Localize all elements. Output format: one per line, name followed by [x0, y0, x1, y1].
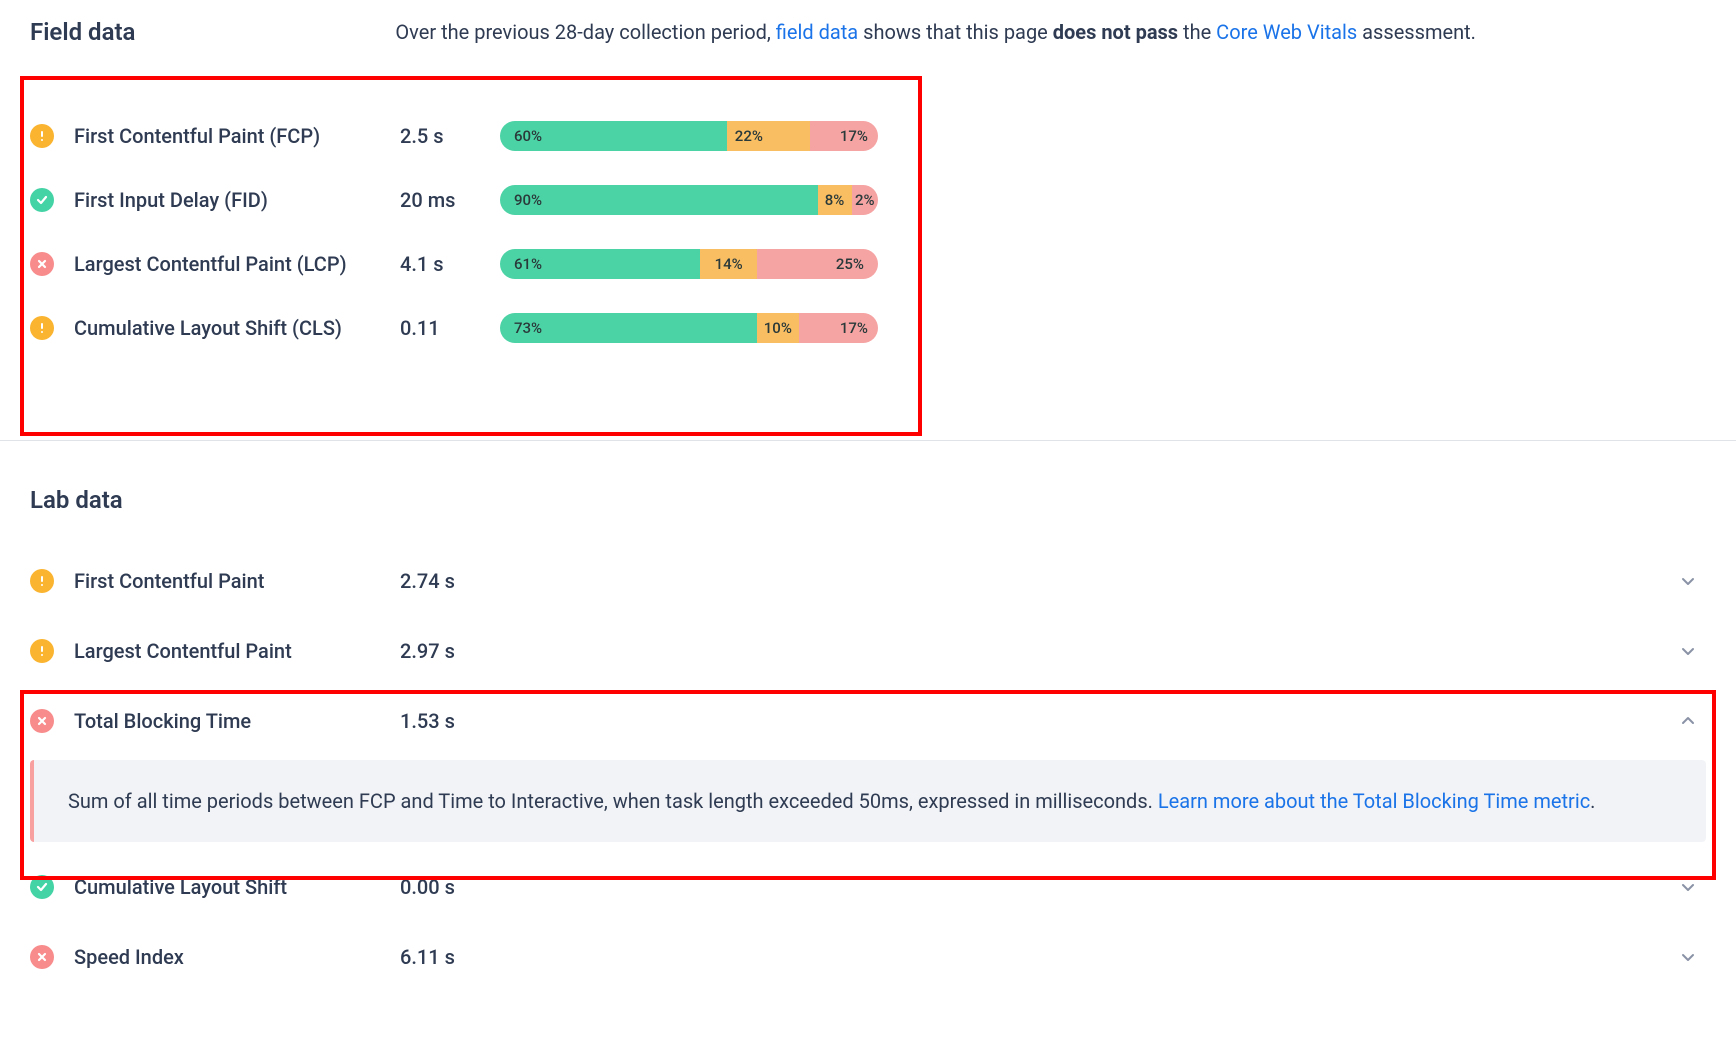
- lab-data-title: Lab data: [30, 486, 1706, 514]
- metric-value: 4.1 s: [400, 252, 500, 276]
- metric-value: 1.53 s: [400, 709, 500, 733]
- metric-name: Largest Contentful Paint: [74, 638, 400, 665]
- status-col: [30, 875, 74, 899]
- metric-value: 6.11 s: [400, 945, 500, 969]
- desc-text: shows that this page: [863, 20, 1053, 44]
- status-col: [30, 124, 74, 148]
- chevron-down-icon[interactable]: [1678, 947, 1706, 967]
- metric-value: 2.5 s: [400, 124, 500, 148]
- segment-ok: 8%: [818, 185, 852, 215]
- segment-poor: 2%: [852, 185, 878, 215]
- check-icon: [30, 188, 54, 212]
- detail-text: .: [1590, 789, 1595, 813]
- segment-ok: 10%: [757, 313, 799, 343]
- field-metric-row: Cumulative Layout Shift (CLS)0.1173%10%1…: [30, 296, 902, 360]
- warning-icon: [30, 316, 54, 340]
- status-col: [30, 709, 74, 733]
- status-col: [30, 252, 74, 276]
- metric-name: First Contentful Paint: [74, 568, 400, 595]
- metric-name: Cumulative Layout Shift (CLS): [74, 315, 400, 342]
- chevron-down-icon[interactable]: [1678, 641, 1706, 661]
- chevron-down-icon[interactable]: [1678, 877, 1706, 897]
- segment-good: 90%: [500, 185, 818, 215]
- distribution-bar: 61%14%25%: [500, 249, 878, 279]
- field-data-header: Field data Over the previous 28-day coll…: [30, 0, 1706, 46]
- distribution-bar: 60%22%17%: [500, 121, 878, 151]
- field-data-description: Over the previous 28-day collection peri…: [395, 18, 1476, 46]
- error-icon: [30, 945, 54, 969]
- check-icon: [30, 875, 54, 899]
- lab-metric-row[interactable]: Speed Index6.11 s: [30, 922, 1706, 992]
- field-data-title: Field data: [30, 18, 135, 46]
- detail-text: Sum of all time periods between FCP and …: [68, 789, 1158, 813]
- field-data-metrics: First Contentful Paint (FCP)2.5 s60%22%1…: [30, 104, 902, 360]
- assessment-status: does not pass: [1053, 20, 1178, 44]
- lab-metric-row[interactable]: Largest Contentful Paint2.97 s: [30, 616, 1706, 686]
- segment-poor: 17%: [810, 121, 878, 151]
- lab-metric-row[interactable]: First Contentful Paint2.74 s: [30, 546, 1706, 616]
- learn-more-link[interactable]: Learn more about the Total Blocking Time…: [1158, 789, 1590, 813]
- status-col: [30, 945, 74, 969]
- distribution-bar: 73%10%17%: [500, 313, 878, 343]
- metric-value: 20 ms: [400, 188, 500, 212]
- metric-name: Speed Index: [74, 944, 400, 971]
- lab-metric-row[interactable]: Cumulative Layout Shift0.00 s: [30, 852, 1706, 922]
- distribution-bar: 90%8%2%: [500, 185, 878, 215]
- field-metric-row: First Contentful Paint (FCP)2.5 s60%22%1…: [30, 104, 902, 168]
- status-col: [30, 188, 74, 212]
- desc-text: assessment.: [1362, 20, 1476, 44]
- segment-poor: 17%: [799, 313, 878, 343]
- field-metric-row: Largest Contentful Paint (LCP)4.1 s61%14…: [30, 232, 902, 296]
- chevron-up-icon[interactable]: [1678, 711, 1706, 731]
- status-col: [30, 639, 74, 663]
- warning-icon: [30, 569, 54, 593]
- desc-text: Over the previous 28-day collection peri…: [395, 20, 775, 44]
- field-metric-row: First Input Delay (FID)20 ms90%8%2%: [30, 168, 902, 232]
- core-web-vitals-link[interactable]: Core Web Vitals: [1216, 20, 1357, 44]
- metric-detail-panel: Sum of all time periods between FCP and …: [30, 760, 1706, 842]
- segment-good: 60%: [500, 121, 727, 151]
- error-icon: [30, 709, 54, 733]
- metric-value: 0.00 s: [400, 875, 500, 899]
- segment-ok: 14%: [700, 249, 757, 279]
- chevron-down-icon[interactable]: [1678, 571, 1706, 591]
- metric-name: First Input Delay (FID): [74, 187, 400, 214]
- divider: [0, 440, 1736, 441]
- error-icon: [30, 252, 54, 276]
- segment-good: 73%: [500, 313, 757, 343]
- warning-icon: [30, 124, 54, 148]
- field-data-link[interactable]: field data: [776, 20, 858, 44]
- segment-good: 61%: [500, 249, 700, 279]
- status-col: [30, 569, 74, 593]
- segment-poor: 25%: [757, 249, 878, 279]
- status-col: [30, 316, 74, 340]
- metric-name: Cumulative Layout Shift: [74, 874, 400, 901]
- metric-name: Total Blocking Time: [74, 708, 400, 735]
- lab-data-section: Lab data First Contentful Paint2.74 sLar…: [30, 486, 1706, 992]
- metric-name: Largest Contentful Paint (LCP): [74, 251, 400, 278]
- segment-ok: 22%: [727, 121, 810, 151]
- metric-value: 0.11: [400, 316, 500, 340]
- desc-text: the: [1183, 20, 1216, 44]
- lab-metric-row[interactable]: Total Blocking Time1.53 s: [30, 686, 1706, 756]
- metric-value: 2.97 s: [400, 639, 500, 663]
- metric-value: 2.74 s: [400, 569, 500, 593]
- warning-icon: [30, 639, 54, 663]
- lab-data-metrics: First Contentful Paint2.74 sLargest Cont…: [30, 546, 1706, 992]
- metric-name: First Contentful Paint (FCP): [74, 123, 400, 150]
